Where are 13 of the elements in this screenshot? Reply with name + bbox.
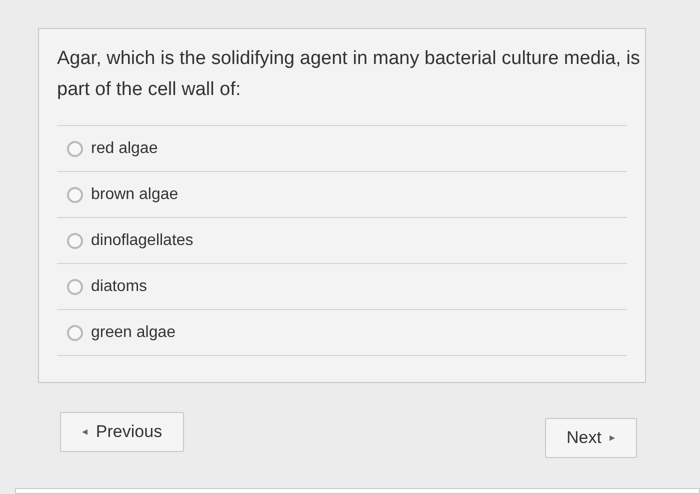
answer-option[interactable]: brown algae	[67, 182, 178, 206]
answer-option[interactable]: diatoms	[67, 274, 148, 298]
radio-button[interactable]	[67, 232, 83, 248]
answer-option[interactable]: red algae	[67, 136, 158, 160]
radio-button[interactable]	[67, 324, 83, 340]
radio-button[interactable]	[67, 278, 83, 294]
radio-button[interactable]	[67, 186, 83, 202]
next-button[interactable]: Next ▸	[545, 418, 637, 458]
answer-option[interactable]: dinoflagellates	[67, 228, 194, 252]
previous-button[interactable]: ◂ Previous	[60, 412, 184, 452]
question-text: Agar, which is the solidifying agent in many bacterial culture media, is part of the cell wall of:	[57, 47, 641, 102]
radio-button[interactable]	[67, 140, 83, 156]
answer-option[interactable]: green algae	[67, 320, 176, 344]
